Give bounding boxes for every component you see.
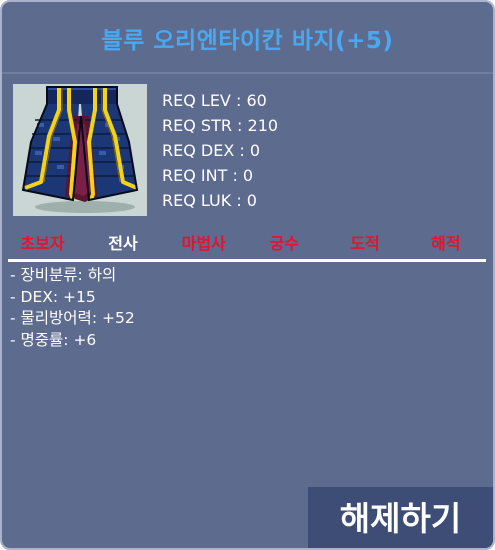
item-name: 블루 오리엔타이칸 바지(+5) [101,28,394,54]
req-str: REQ STR : 210 [162,116,279,135]
unseal-button[interactable]: 해제하기 [308,487,493,548]
stat-accuracy: - 명중률: +6 [10,330,97,349]
req-level: REQ LEV : 60 [162,91,267,110]
job-list: 초보자 전사 마법사 궁수 도적 해적 [2,231,486,257]
job-thief: 도적 [350,234,380,253]
req-luk: REQ LUK : 0 [162,191,257,210]
jobs-divider [8,259,486,262]
req-dex: REQ DEX : 0 [162,141,261,160]
req-int: REQ INT : 0 [162,166,254,185]
job-archer: 궁수 [269,234,300,253]
job-magician: 마법사 [181,234,226,253]
item-icon-frame [13,84,147,216]
title-divider [2,72,493,74]
stat-dex: - DEX: +15 [10,287,96,306]
stat-category: - 장비분류: 하의 [10,266,117,284]
stat-weapon-defense: - 물리방어력: +52 [10,309,135,327]
job-warrior: 전사 [108,234,138,253]
job-beginner: 초보자 [20,234,65,253]
job-pirate: 해적 [430,234,461,253]
blue-pants-icon [21,86,139,213]
item-tooltip: 블루 오리엔타이칸 바지(+5) REQ LEV: 60 REQ STR: … [0,0,495,550]
requirements-list: REQ LEV : 60 REQ STR : 210 REQ DEX : 0 R… [162,88,278,213]
item-stats: - 장비분류: 하의 - DEX: +15 - 물리방어력: +52 - 명중률… [10,265,135,351]
